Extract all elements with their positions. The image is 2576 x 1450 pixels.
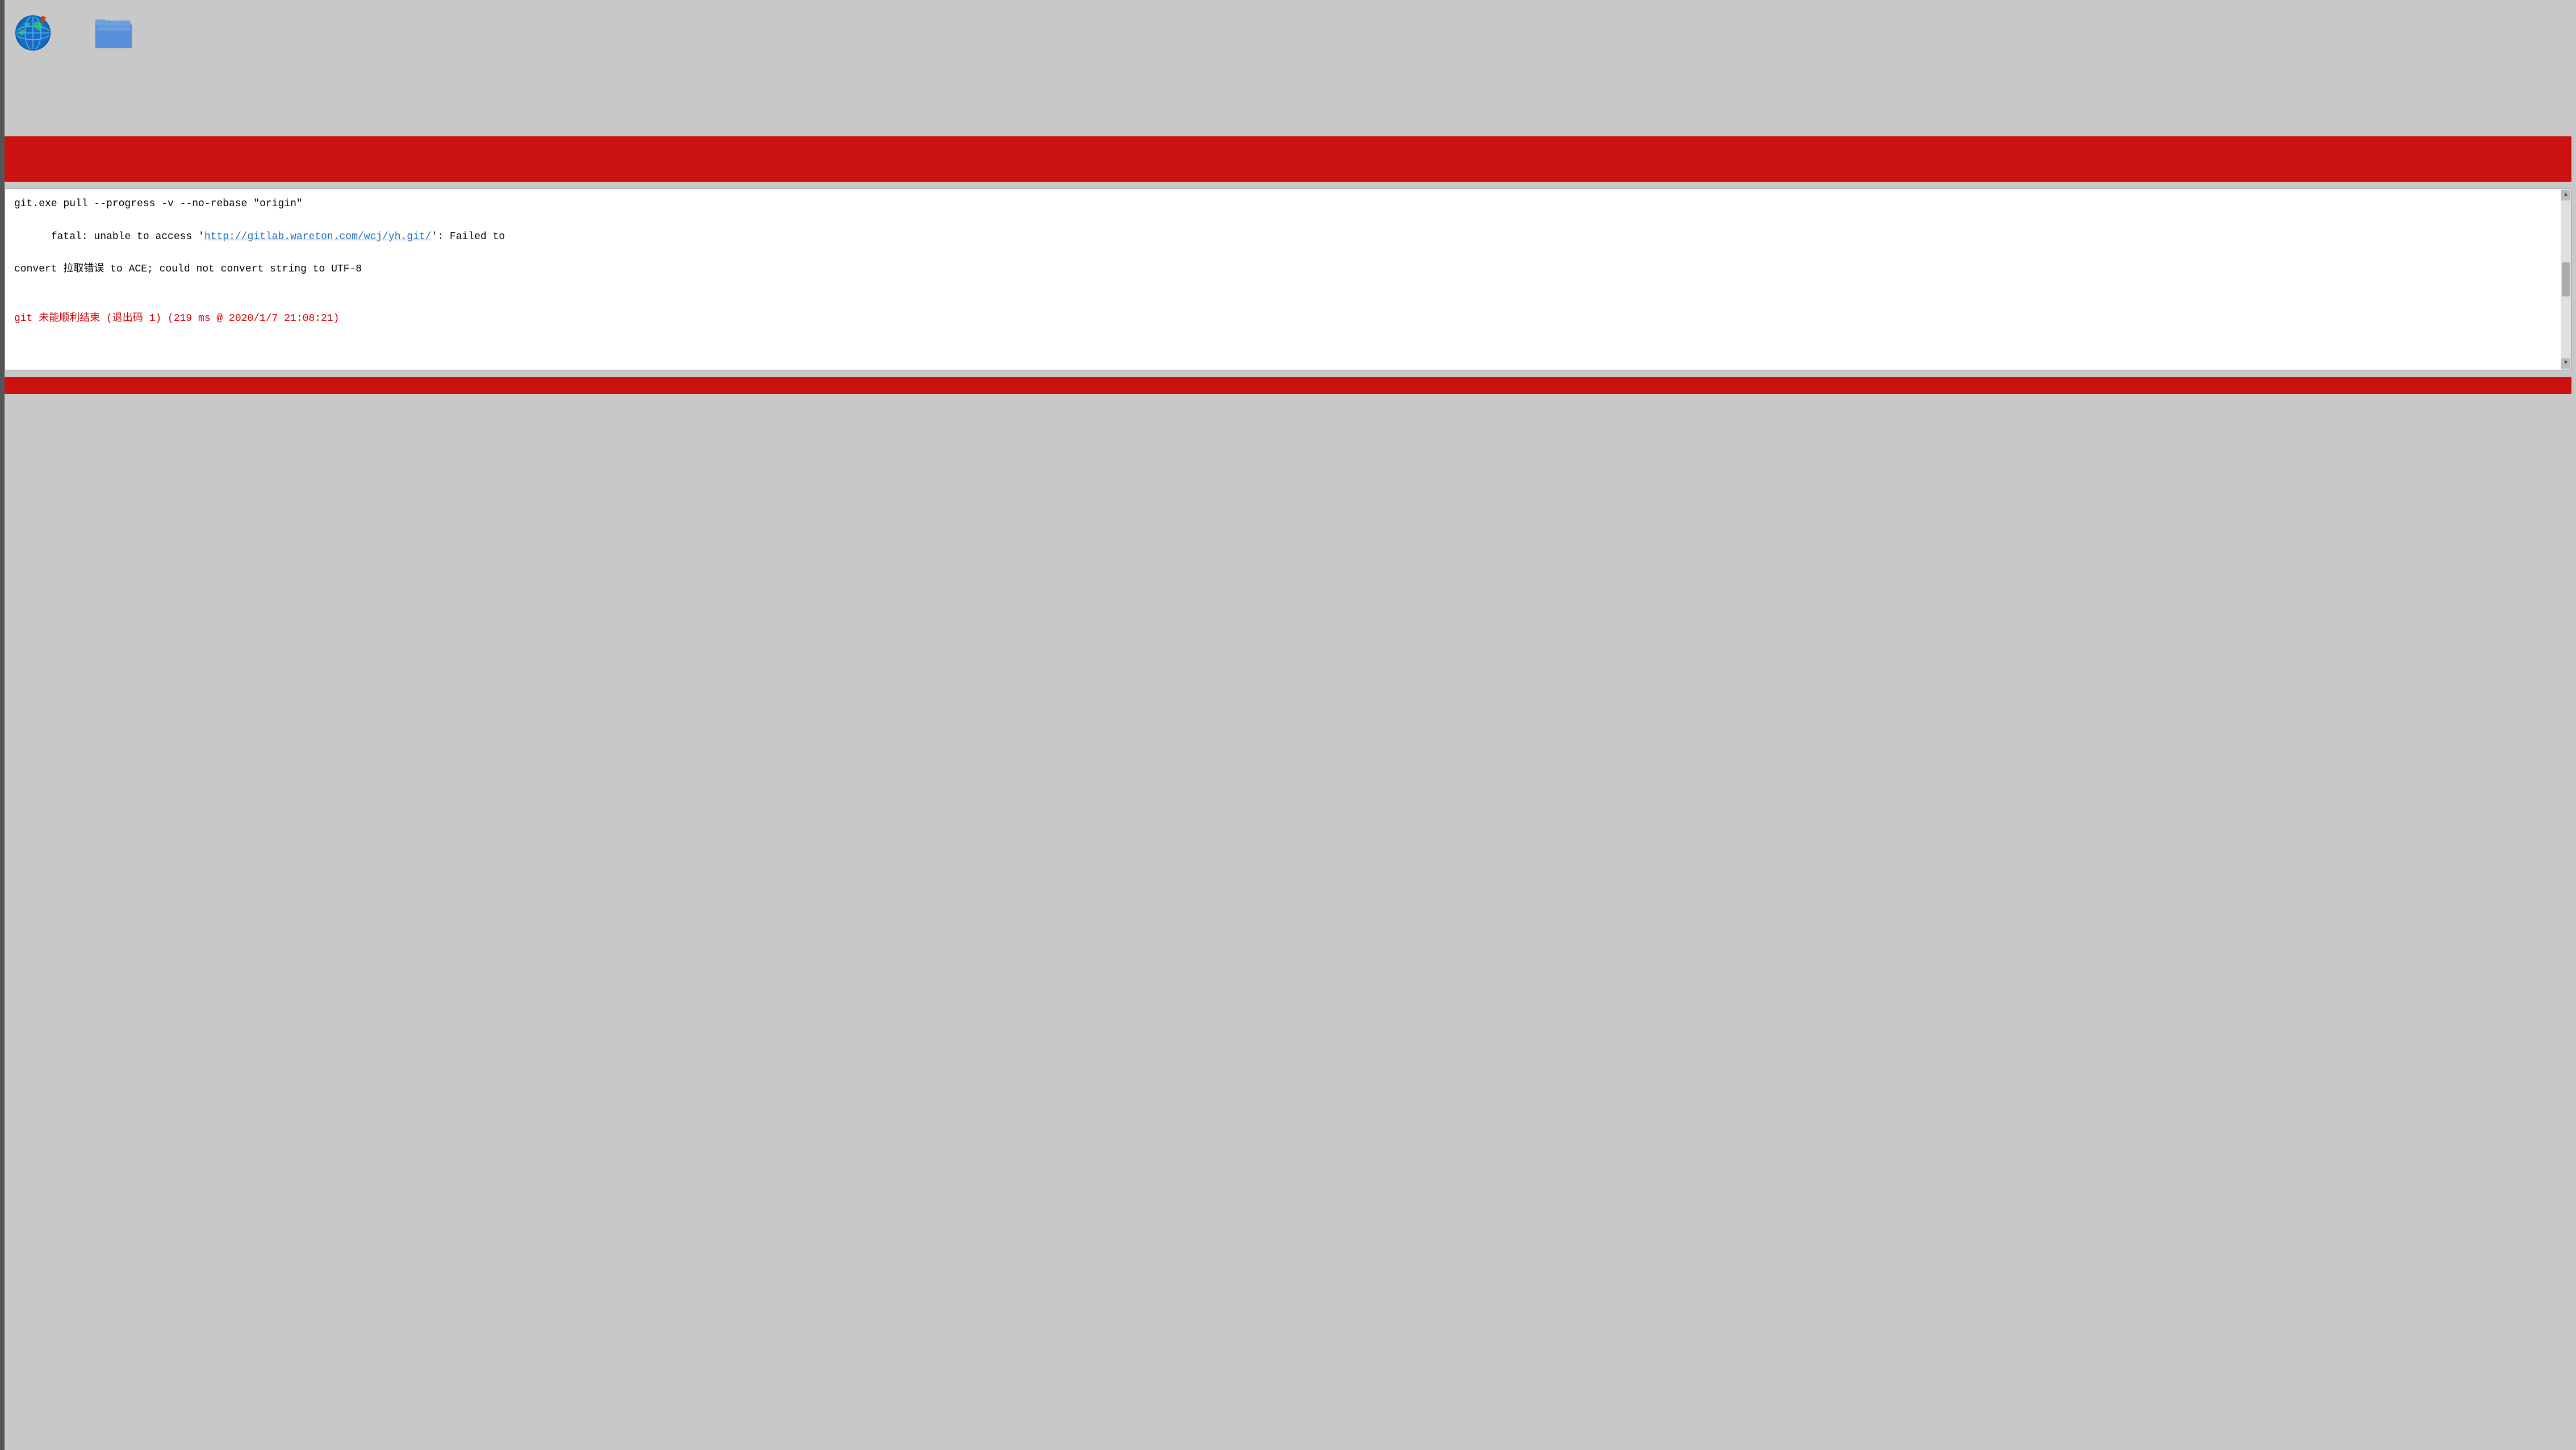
left-accent-border [0,0,5,1450]
terminal-line-2-prefix: fatal: unable to access ' [51,231,204,243]
folder-icon-desktop[interactable] [91,11,136,52]
scrollbar-track: ▲ ▼ [2561,189,2571,370]
scroll-up-arrow[interactable]: ▲ [2561,190,2570,200]
terminal-content: git.exe pull --progress -v --no-rebase "… [14,196,2562,327]
terminal-line-2-suffix: ': Failed to [432,231,505,243]
scroll-down-arrow[interactable]: ▼ [2561,358,2570,369]
terminal-output-box: git.exe pull --progress -v --no-rebase "… [5,189,2571,370]
scrollbar-thumb[interactable] [2562,262,2570,296]
terminal-line-2: fatal: unable to access 'http://gitlab.w… [14,212,2550,261]
terminal-line-error: git 未能顺利结束 (退出码 1) (219 ms @ 2020/1/7 21… [14,311,2550,327]
bottom-red-bar [5,377,2571,394]
terminal-line-2-link[interactable]: http://gitlab.wareton.com/wcj/yh.git/ [204,231,432,243]
desktop-area [0,0,2576,136]
folder-svg-icon [93,11,134,52]
globe-icon-desktop[interactable] [11,11,57,52]
terminal-line-3: convert 拉取错误 to ACE; could not convert s… [14,261,2550,278]
red-error-banner [5,136,2571,182]
terminal-line-1: git.exe pull --progress -v --no-rebase "… [14,196,2550,212]
globe-svg-icon [14,11,55,52]
